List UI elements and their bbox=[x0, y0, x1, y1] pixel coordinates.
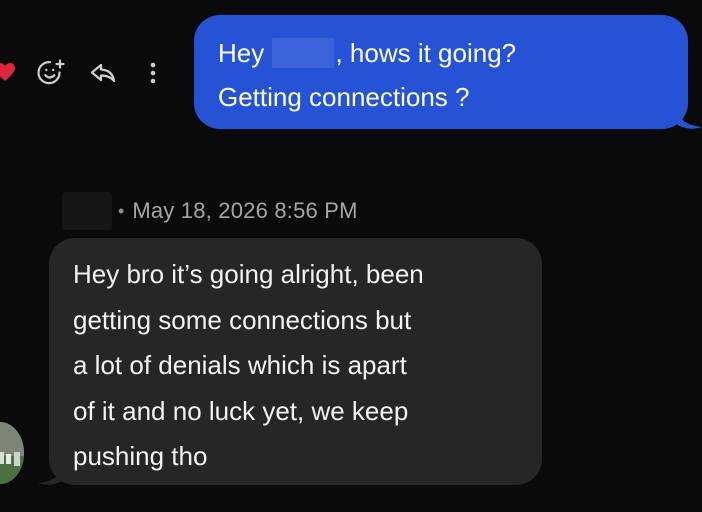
incoming-message-line: a lot of denials which is apart bbox=[73, 350, 407, 380]
redacted-name bbox=[272, 38, 335, 68]
outgoing-message-line-1: Hey , hows it going? bbox=[218, 31, 664, 75]
incoming-message-line: getting some connections but bbox=[73, 304, 412, 335]
meta-separator: • bbox=[118, 200, 125, 221]
redacted-sender-name bbox=[62, 192, 112, 230]
outgoing-message-line-2: Getting connections ? bbox=[218, 82, 470, 112]
outgoing-message-bubble[interactable]: Hey , hows it going? Getting connections… bbox=[194, 15, 688, 129]
chat-thread: Hey , hows it going? Getting connections… bbox=[0, 0, 702, 512]
more-options-icon[interactable] bbox=[142, 58, 164, 88]
incoming-message-line: pushing tho bbox=[73, 441, 208, 471]
reply-icon[interactable] bbox=[88, 58, 118, 88]
incoming-message-bubble[interactable]: Hey bro it’s going alright, been getting… bbox=[49, 238, 542, 485]
outgoing-text-end: , hows it going? bbox=[335, 38, 517, 68]
heart-icon[interactable] bbox=[0, 61, 16, 83]
message-meta: • May 18, 2026 8:56 PM bbox=[62, 191, 358, 231]
incoming-message-line: of it and no luck yet, we keep bbox=[73, 395, 409, 426]
message-timestamp: May 18, 2026 8:56 PM bbox=[132, 198, 358, 223]
outgoing-bubble-tail bbox=[676, 106, 702, 130]
outgoing-message-row: Hey , hows it going? Getting connections… bbox=[0, 0, 702, 140]
add-reaction-icon[interactable] bbox=[35, 57, 67, 89]
outgoing-text-start: Hey bbox=[218, 38, 272, 68]
incoming-message-line: Hey bro it’s going alright, been bbox=[73, 259, 424, 289]
avatar[interactable] bbox=[0, 422, 24, 484]
